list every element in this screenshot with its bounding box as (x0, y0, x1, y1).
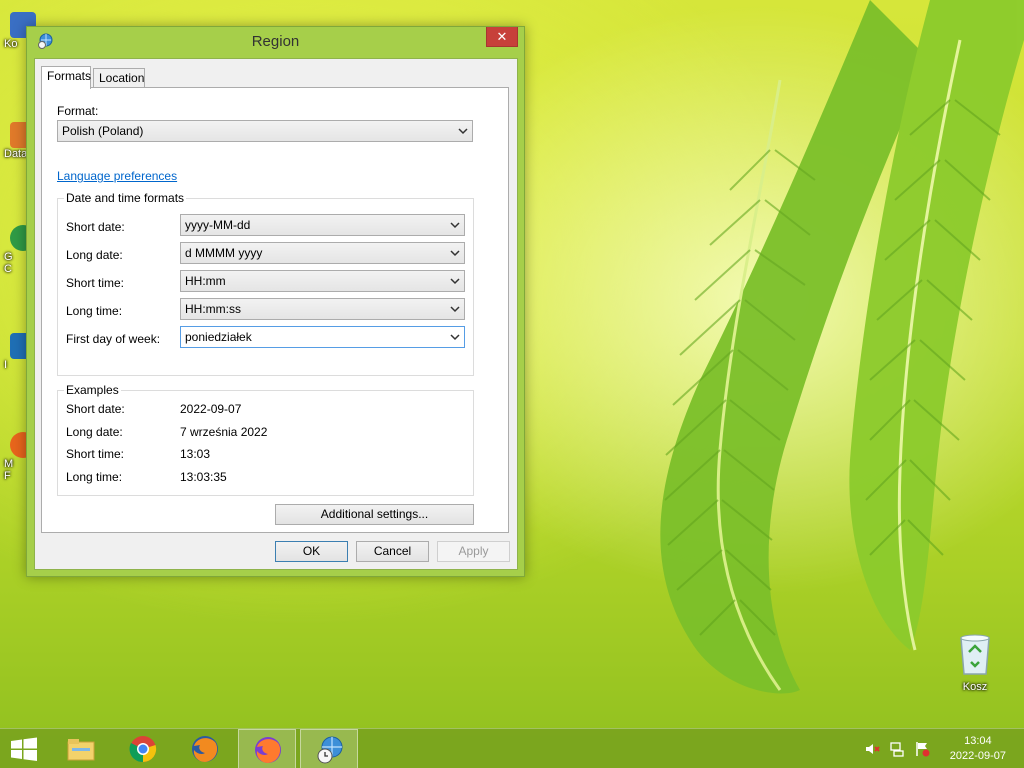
long-date-value: d MMMM yyyy (185, 246, 263, 260)
date-time-formats-group: Date and time formats Short date: yyyy-M… (57, 191, 474, 376)
short-date-select[interactable]: yyyy-MM-dd (180, 214, 465, 236)
language-preferences-link[interactable]: Language preferences (57, 169, 177, 183)
format-label: Format: (57, 104, 99, 118)
network-icon[interactable] (889, 741, 905, 757)
taskbar-firefox[interactable] (176, 729, 234, 768)
chevron-down-icon (450, 306, 460, 313)
firefox-icon (192, 736, 218, 762)
additional-settings-button[interactable]: Additional settings... (275, 504, 474, 525)
firefox-dev-icon (255, 737, 281, 763)
start-button[interactable] (0, 729, 48, 768)
action-center-flag-icon[interactable] (914, 741, 930, 757)
first-day-of-week-label: First day of week: (66, 332, 161, 346)
long-time-value: HH:mm:ss (185, 302, 241, 316)
short-date-value: yyyy-MM-dd (185, 218, 251, 232)
dialog-client: Formats Location Format: Polish (Poland)… (34, 58, 518, 570)
region-dialog: Region ✕ Formats Location Format: Polish… (26, 26, 525, 577)
example-long-time-label: Long time: (66, 470, 123, 484)
chevron-down-icon (450, 278, 460, 285)
desktop-icon-recycle-bin[interactable]: Kosz (950, 632, 1000, 693)
region-globe-icon (317, 736, 343, 764)
group-legend: Date and time formats (64, 191, 187, 205)
short-time-select[interactable]: HH:mm (180, 270, 465, 292)
clock-time: 13:04 (964, 735, 992, 747)
recycle-bin-icon (960, 634, 990, 675)
format-value: Polish (Poland) (62, 124, 144, 138)
example-short-date-value: 2022-09-07 (180, 402, 242, 416)
example-long-time-value: 13:03:35 (180, 470, 227, 484)
first-day-of-week-value: poniedziałek (185, 330, 252, 344)
apply-button[interactable]: Apply (437, 541, 510, 562)
group-legend: Examples (64, 383, 121, 397)
example-long-date-label: Long date: (66, 425, 123, 439)
taskbar-region[interactable] (300, 729, 358, 768)
formats-panel: Format: Polish (Poland) Language prefere… (41, 87, 509, 533)
chrome-icon (129, 736, 157, 763)
start-icon (11, 737, 37, 761)
example-short-time-value: 13:03 (180, 447, 211, 461)
chevron-down-icon (458, 128, 468, 135)
short-time-label: Short time: (66, 276, 125, 290)
long-date-label: Long date: (66, 248, 123, 262)
short-date-label: Short date: (66, 220, 125, 234)
first-day-of-week-select[interactable]: poniedziałek (180, 326, 465, 348)
taskbar-firefox-dev[interactable] (238, 729, 296, 768)
example-short-date-label: Short date: (66, 402, 125, 416)
long-date-select[interactable]: d MMMM yyyy (180, 242, 465, 264)
tab-formats[interactable]: Formats (41, 66, 91, 89)
speaker-muted-icon[interactable] (864, 741, 880, 757)
taskbar: 13:04 2022-09-07 (0, 728, 1024, 768)
chevron-down-icon (450, 334, 460, 341)
tab-location[interactable]: Location (93, 68, 145, 87)
close-button[interactable]: ✕ (486, 27, 518, 47)
example-short-time-label: Short time: (66, 447, 125, 461)
recycle-bin-label: Kosz (962, 681, 988, 693)
example-long-date-value: 7 września 2022 (180, 425, 268, 439)
long-time-select[interactable]: HH:mm:ss (180, 298, 465, 320)
clock-date: 2022-09-07 (949, 750, 1006, 762)
cancel-button[interactable]: Cancel (356, 541, 429, 562)
format-select[interactable]: Polish (Poland) (57, 120, 473, 142)
taskbar-chrome[interactable] (114, 729, 172, 768)
system-clock[interactable]: 13:04 2022-09-07 (950, 734, 1006, 764)
window-title: Region (251, 33, 300, 50)
chevron-down-icon (450, 222, 460, 229)
ok-button[interactable]: OK (275, 541, 348, 562)
chevron-down-icon (450, 250, 460, 257)
file-explorer-icon (67, 739, 95, 761)
taskbar-file-explorer[interactable] (52, 729, 110, 768)
examples-group: Examples Short date: 2022-09-07 Long dat… (57, 383, 474, 496)
titlebar[interactable]: Region ✕ (27, 27, 524, 57)
long-time-label: Long time: (66, 304, 123, 318)
short-time-value: HH:mm (185, 274, 226, 288)
